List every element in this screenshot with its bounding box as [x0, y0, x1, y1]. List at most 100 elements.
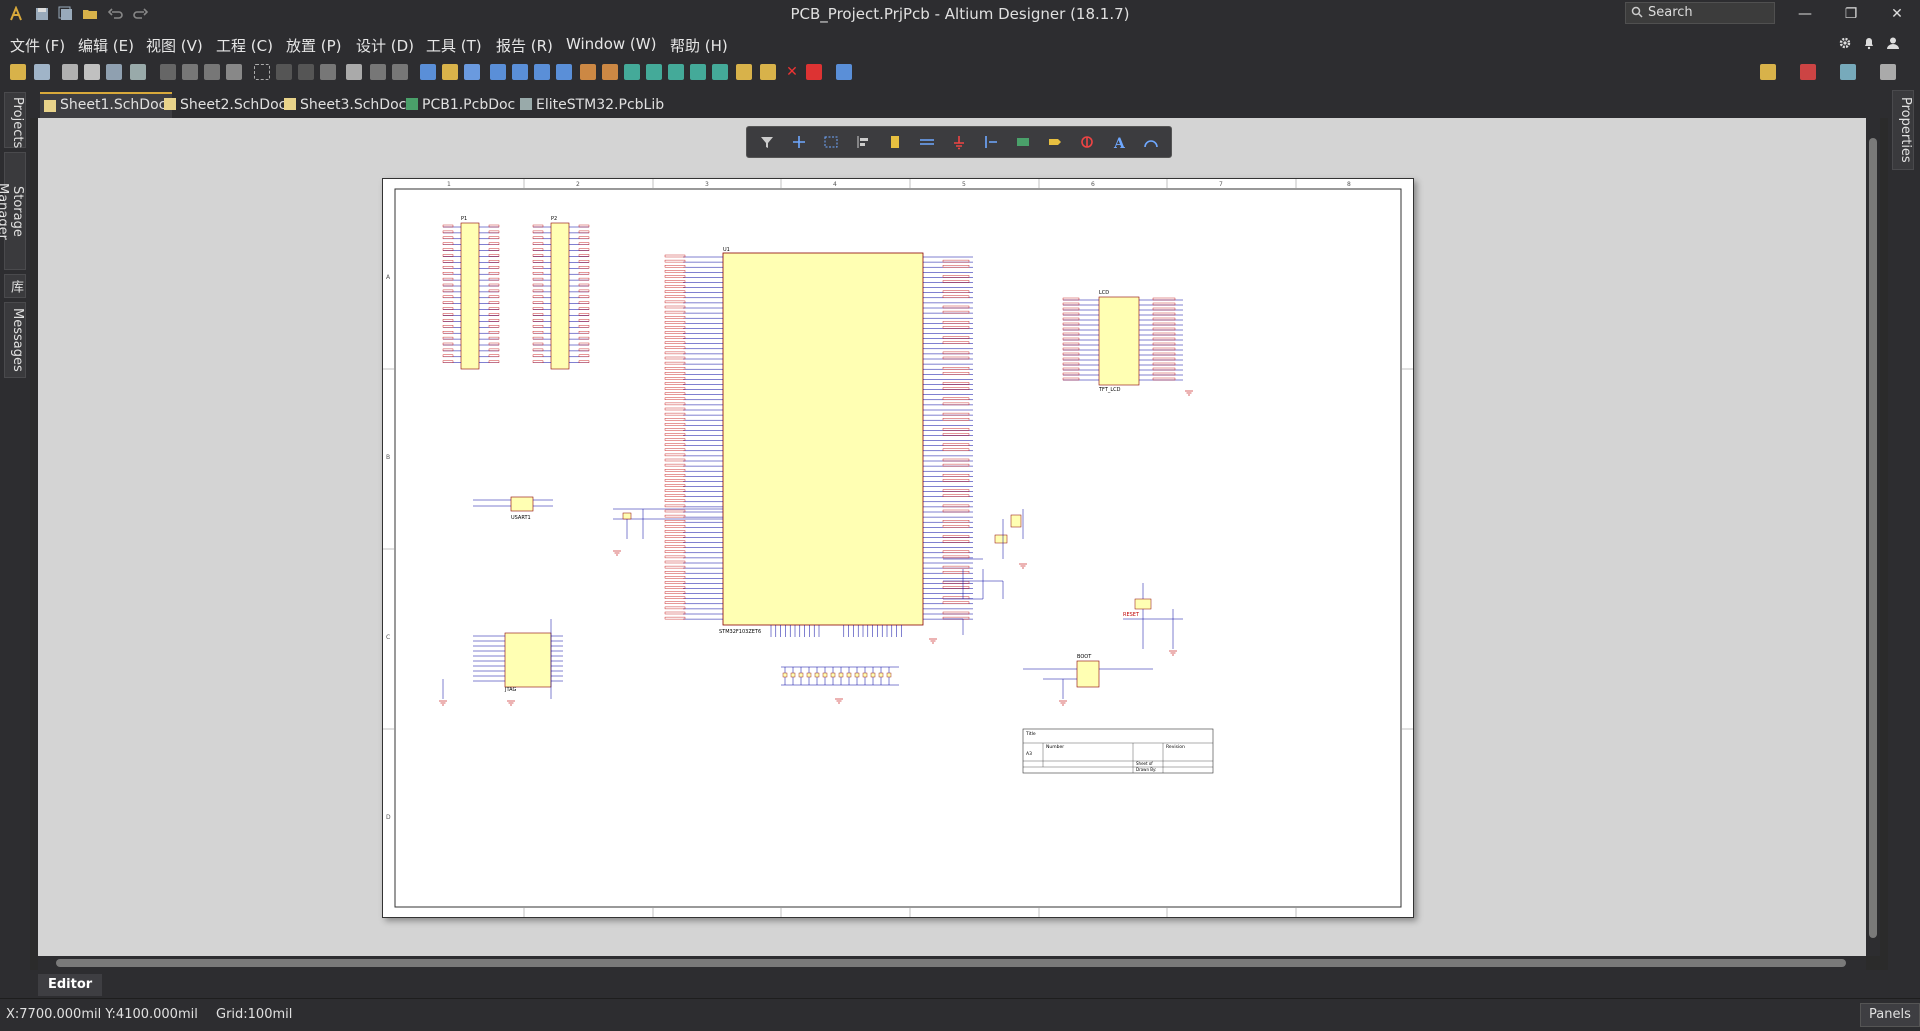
menu-help[interactable]: 帮助 (H): [670, 35, 728, 56]
copy-icon[interactable]: [182, 64, 198, 80]
hierarchy-up-icon[interactable]: [420, 64, 436, 80]
gnd-port-icon[interactable]: [580, 64, 596, 80]
vcc-port-icon[interactable]: [602, 64, 618, 80]
panel-tab-messages[interactable]: Messages: [4, 302, 26, 378]
select-rect-icon[interactable]: [823, 134, 839, 150]
zoom-fit-icon[interactable]: [106, 64, 122, 80]
tab-sheet1[interactable]: Sheet1.SchDoc: [40, 92, 173, 118]
clear-filter-icon[interactable]: [346, 64, 362, 80]
left-panel-strip: Projects Storage Manager 库 Messages: [0, 86, 30, 986]
menu-project[interactable]: 工程 (C): [216, 35, 273, 56]
boot-jumper[interactable]: BOOT: [1023, 654, 1153, 699]
harness-icon[interactable]: [983, 134, 999, 150]
redo-tool-icon[interactable]: [392, 64, 408, 80]
menu-file[interactable]: 文件 (F): [10, 35, 65, 56]
vertical-scrollbar[interactable]: [1866, 118, 1880, 956]
panel-tab-properties[interactable]: Properties: [1892, 90, 1914, 170]
arc-icon[interactable]: [1143, 134, 1159, 150]
move-icon[interactable]: [276, 64, 292, 80]
directive-place-icon[interactable]: [1079, 134, 1095, 150]
off-sheet-connector-icon[interactable]: [760, 64, 776, 80]
compile-icon[interactable]: [464, 64, 480, 80]
rubber-stamp-icon[interactable]: [226, 64, 242, 80]
schematic-sheet[interactable]: 1 2 3 4 5 6 7 8 A B C D P1 P2 U1 STM32F1…: [382, 178, 1414, 918]
panel-tab-storage-manager[interactable]: Storage Manager: [0, 152, 26, 270]
no-erc-icon[interactable]: ✕: [784, 64, 800, 80]
print-preview-icon[interactable]: [84, 64, 100, 80]
usart-header[interactable]: USART1: [473, 496, 553, 521]
port-place-icon[interactable]: [1047, 134, 1063, 150]
menu-tools[interactable]: 工具 (T): [426, 35, 482, 56]
harness-connector-icon[interactable]: [712, 64, 728, 80]
grid-icon[interactable]: [1880, 64, 1896, 80]
net-label-icon[interactable]: [556, 64, 572, 80]
tab-sheet3[interactable]: Sheet3.SchDoc: [280, 92, 406, 118]
connector-p2[interactable]: P2: [532, 216, 590, 370]
print-icon[interactable]: [62, 64, 78, 80]
editor-tab[interactable]: Editor: [38, 974, 103, 996]
close-button[interactable]: ✕: [1874, 0, 1920, 28]
tab-sheet2[interactable]: Sheet2.SchDoc: [160, 92, 286, 118]
snap-icon[interactable]: [1840, 64, 1856, 80]
reset-circuit[interactable]: RESET: [1123, 583, 1183, 649]
mcu-u1[interactable]: U1 STM32F103ZET6: [664, 247, 973, 637]
horizontal-scroll-thumb[interactable]: [56, 959, 1846, 967]
select-area-icon[interactable]: [254, 64, 270, 80]
net-label-mark: [664, 616, 686, 620]
directive-icon[interactable]: [806, 64, 822, 80]
zoom-area-icon[interactable]: [130, 64, 146, 80]
menu-window[interactable]: Window (W): [566, 35, 656, 53]
settings-gear-icon[interactable]: [1838, 36, 1852, 50]
place-wire-icon[interactable]: [919, 134, 935, 150]
menu-place[interactable]: 放置 (P): [286, 35, 342, 56]
sheet-symbol-icon[interactable]: [646, 64, 662, 80]
open-icon[interactable]: [10, 64, 26, 80]
notifications-bell-icon[interactable]: [1862, 36, 1876, 50]
user-account-icon[interactable]: [1886, 36, 1900, 50]
horizontal-scrollbar[interactable]: [38, 956, 1866, 970]
sheet-entry-icon[interactable]: [668, 64, 684, 80]
lcd-connector[interactable]: LCD TFT_LCD: [1062, 290, 1183, 393]
net-label-mark: [1062, 347, 1080, 351]
layers-icon[interactable]: [1800, 64, 1816, 80]
panels-button[interactable]: Panels: [1860, 1003, 1920, 1027]
drawing-tools-icon[interactable]: [836, 64, 852, 80]
part-icon[interactable]: [624, 64, 640, 80]
align-icon[interactable]: [855, 134, 871, 150]
deselect-icon[interactable]: [320, 64, 336, 80]
crosshair-icon[interactable]: [791, 134, 807, 150]
sheet-symbol-place-icon[interactable]: [1015, 134, 1031, 150]
device-sheet-icon[interactable]: [690, 64, 706, 80]
menu-view[interactable]: 视图 (V): [146, 35, 203, 56]
save-doc-icon[interactable]: [34, 64, 50, 80]
paste-icon[interactable]: [204, 64, 220, 80]
chart-icon[interactable]: [1760, 64, 1776, 80]
panel-tab-library[interactable]: 库: [4, 274, 26, 298]
minimize-button[interactable]: —: [1782, 0, 1828, 28]
net-label-mark: [532, 295, 544, 299]
vertical-scroll-thumb[interactable]: [1869, 138, 1877, 938]
text-icon[interactable]: A: [1111, 134, 1127, 150]
restore-button[interactable]: ❐: [1828, 0, 1874, 28]
cut-icon[interactable]: [160, 64, 176, 80]
menu-edit[interactable]: 编辑 (E): [78, 35, 134, 56]
net-label-mark: [942, 366, 970, 370]
jtag-connector[interactable]: JTAG: [442, 619, 563, 699]
connector-p1[interactable]: P1: [442, 216, 500, 370]
wire-icon[interactable]: [490, 64, 506, 80]
panel-tab-projects[interactable]: Projects: [4, 92, 26, 148]
power-port-icon[interactable]: [951, 134, 967, 150]
menu-reports[interactable]: 报告 (R): [496, 35, 553, 56]
filter-icon[interactable]: [759, 134, 775, 150]
tab-pcblib[interactable]: EliteSTM32.PcbLib: [516, 92, 664, 118]
menu-design[interactable]: 设计 (D): [356, 35, 414, 56]
tab-pcb1[interactable]: PCB1.PcbDoc: [402, 92, 515, 118]
place-part-icon[interactable]: [887, 134, 903, 150]
cross-probe-icon[interactable]: [442, 64, 458, 80]
bus-icon[interactable]: [512, 64, 528, 80]
cross-select-icon[interactable]: [298, 64, 314, 80]
signal-harness-icon[interactable]: [534, 64, 550, 80]
search-box[interactable]: Search: [1625, 2, 1775, 24]
port-icon[interactable]: [736, 64, 752, 80]
undo-tool-icon[interactable]: [370, 64, 386, 80]
